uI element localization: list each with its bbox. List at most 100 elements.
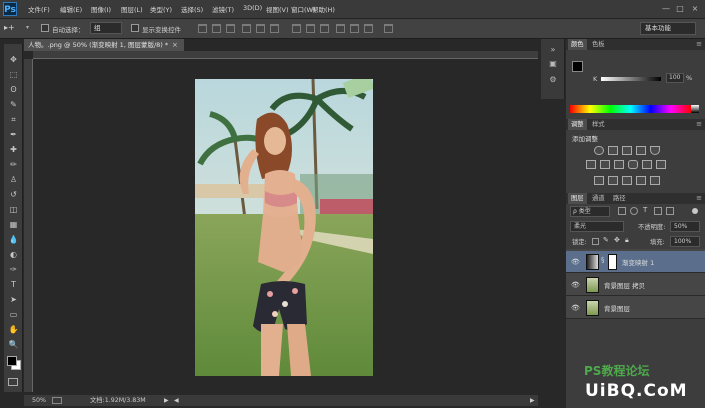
align-right-icon[interactable] [270, 24, 279, 33]
link-icon[interactable]: § [601, 256, 605, 264]
blur-icon[interactable]: 💧 [8, 234, 19, 245]
distribute-bottom-icon[interactable] [320, 24, 329, 33]
photo-filter-icon[interactable] [628, 160, 638, 169]
invert-icon[interactable] [594, 176, 604, 185]
document-tab[interactable]: 人物。.png @ 50% (渐变映射 1, 图层蒙版/8) * [24, 39, 184, 51]
selective-color-icon[interactable] [650, 176, 660, 185]
minimize-icon[interactable]: — [660, 3, 672, 15]
filter-shape-icon[interactable] [654, 207, 662, 215]
exposure-icon[interactable] [636, 146, 646, 155]
distribute-hcenter-icon[interactable] [350, 24, 359, 33]
auto-align-icon[interactable] [384, 24, 393, 33]
vibrance-icon[interactable] [650, 146, 660, 155]
foreground-color-swatch[interactable] [7, 356, 17, 366]
align-left-icon[interactable] [242, 24, 251, 33]
history-icon[interactable]: ▣ [548, 59, 558, 69]
document-image[interactable] [195, 79, 373, 376]
distribute-vcenter-icon[interactable] [306, 24, 315, 33]
distribute-top-icon[interactable] [292, 24, 301, 33]
quick-mask-icon[interactable] [8, 378, 18, 386]
scroll-left-icon[interactable]: ◀ [174, 395, 179, 406]
levels-icon[interactable] [608, 146, 618, 155]
scroll-right-icon[interactable]: ▶ [530, 395, 535, 406]
crop-icon[interactable]: ⌗ [8, 114, 19, 125]
bw-ramp[interactable] [691, 105, 699, 113]
layer-row[interactable]: 👁︎ 背景图层 [566, 297, 705, 319]
visibility-eye-icon[interactable]: 👁︎ [571, 257, 581, 267]
tab-paths[interactable]: 路径 [613, 193, 626, 204]
tab-styles[interactable]: 样式 [592, 119, 605, 130]
blend-mode-dropdown[interactable]: 柔光 [570, 221, 624, 232]
auto-select-checkbox[interactable] [41, 24, 49, 32]
layer-name[interactable]: 背景图层 拷贝 [604, 280, 645, 290]
color-spectrum-bar[interactable] [570, 105, 691, 113]
layer-name[interactable]: 背景图层 [604, 303, 630, 313]
menu-select[interactable]: 选择(S) [181, 4, 203, 14]
fill-input[interactable]: 100% [670, 236, 700, 247]
quick-select-icon[interactable]: ✎ [8, 99, 19, 110]
close-icon[interactable]: × [689, 3, 701, 15]
layer-mask-thumbnail[interactable] [608, 254, 617, 270]
show-transform-checkbox[interactable] [131, 24, 139, 32]
menu-3d[interactable]: 3D(D) [243, 4, 262, 12]
filter-pixel-icon[interactable] [618, 207, 626, 215]
lock-image-icon[interactable]: ✎ [603, 236, 609, 244]
black-white-icon[interactable] [614, 160, 624, 169]
gradient-icon[interactable]: ▦ [8, 219, 19, 230]
menu-filter[interactable]: 滤镜(T) [212, 4, 234, 14]
tab-layers[interactable]: 图层 [568, 193, 587, 204]
auto-select-dropdown[interactable]: 组 [90, 22, 122, 34]
chevron-down-icon[interactable]: ▾ [26, 24, 29, 31]
zoom-level[interactable]: 50% [32, 395, 46, 406]
move-icon[interactable]: ✥ [8, 54, 19, 65]
lock-all-icon[interactable]: 🔒︎ [625, 236, 629, 245]
workspace-dropdown[interactable]: 基本功能 [640, 22, 696, 35]
curves-icon[interactable] [622, 146, 632, 155]
export-icon[interactable] [52, 397, 62, 404]
k-slider[interactable] [601, 77, 661, 81]
align-vcenter-icon[interactable] [212, 24, 221, 33]
healing-icon[interactable]: ✚ [8, 144, 19, 155]
close-tab-icon[interactable]: × [172, 39, 182, 51]
menu-file[interactable]: 文件(F) [28, 4, 50, 14]
visibility-eye-icon[interactable]: 👁︎ [571, 280, 581, 290]
visibility-eye-icon[interactable]: 👁︎ [571, 303, 581, 313]
stamp-icon[interactable]: ♙ [8, 174, 19, 185]
menu-layer[interactable]: 图层(L) [121, 4, 143, 14]
k-value-input[interactable]: 100 [666, 73, 684, 83]
lock-transparency-icon[interactable] [592, 238, 599, 245]
path-select-icon[interactable]: ➤ [8, 294, 19, 305]
shape-icon[interactable]: ▭ [8, 309, 19, 320]
layer-row[interactable]: 👁︎ 背景图层 拷贝 [566, 274, 705, 296]
color-balance-icon[interactable] [600, 160, 610, 169]
menu-edit[interactable]: 编辑(E) [60, 4, 82, 14]
zoom-icon[interactable]: 🔍 [8, 339, 19, 350]
type-icon[interactable]: T [8, 279, 19, 290]
distribute-left-icon[interactable] [336, 24, 345, 33]
marquee-icon[interactable]: ⬚ [8, 69, 19, 80]
layer-name[interactable]: 渐变映射 1 [622, 257, 654, 267]
filter-adjustment-icon[interactable] [630, 207, 638, 215]
properties-icon[interactable]: ⚙ [548, 75, 558, 85]
gradient-map-icon[interactable] [636, 176, 646, 185]
tab-swatches[interactable]: 色板 [592, 39, 605, 50]
tab-color[interactable]: 颜色 [568, 39, 587, 50]
hand-icon[interactable]: ✋ [8, 324, 19, 335]
filter-toggle-icon[interactable] [692, 208, 698, 214]
foreground-swatch[interactable] [572, 61, 583, 72]
filter-smart-icon[interactable] [666, 207, 674, 215]
layer-kind-filter[interactable]: ρ 类型 [570, 206, 610, 217]
eyedropper-icon[interactable]: ✒ [8, 129, 19, 140]
tab-adjustments[interactable]: 调整 [568, 119, 587, 130]
maximize-icon[interactable]: □ [674, 3, 686, 15]
threshold-icon[interactable] [622, 176, 632, 185]
eraser-icon[interactable]: ◫ [8, 204, 19, 215]
menu-type[interactable]: 类型(Y) [150, 4, 172, 14]
lasso-icon[interactable]: ʘ [8, 84, 19, 95]
move-tool-preset-icon[interactable]: ▸+ [4, 23, 15, 32]
lock-position-icon[interactable]: ✥ [614, 236, 620, 244]
pen-icon[interactable]: ✑ [8, 264, 19, 275]
filter-type-icon[interactable]: T [643, 206, 647, 214]
opacity-input[interactable]: 50% [670, 221, 700, 232]
align-bottom-icon[interactable] [226, 24, 235, 33]
